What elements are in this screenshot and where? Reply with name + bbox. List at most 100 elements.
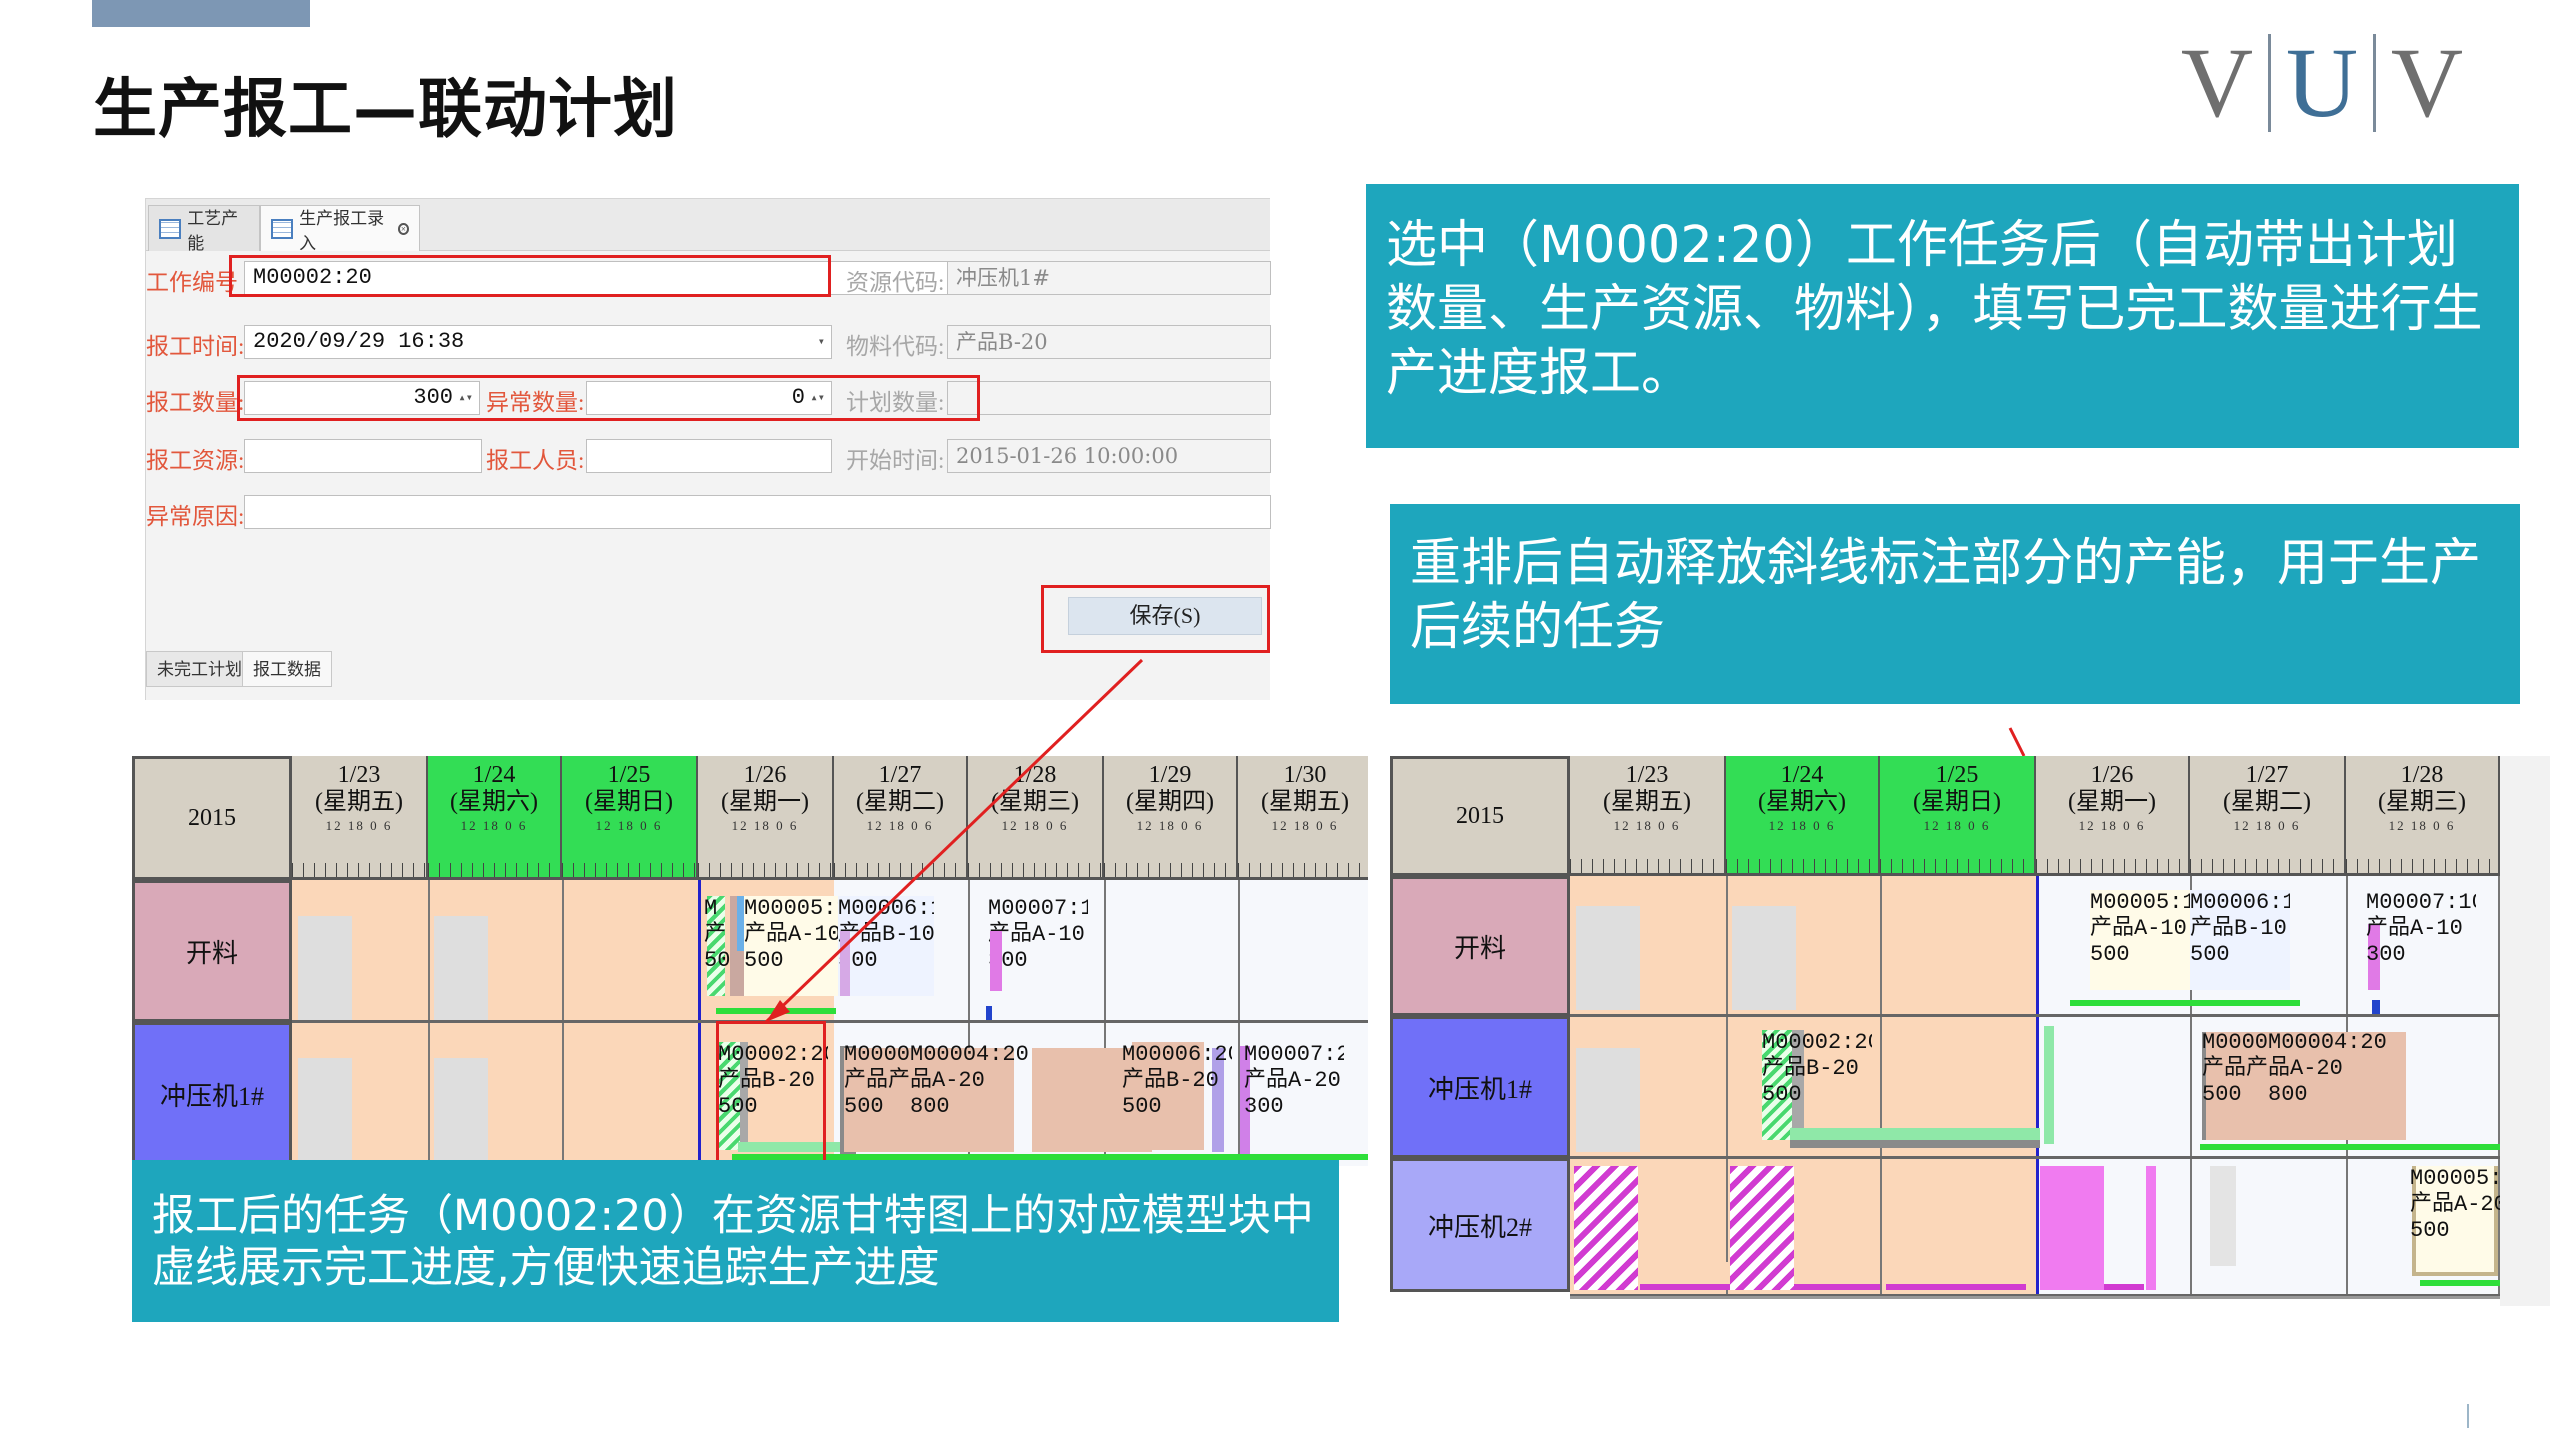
material-code-label: 物料代码: — [846, 334, 945, 359]
row-label-press-1: 冲压机1# — [1390, 1016, 1570, 1158]
work-no-label: 工作编号 — [146, 270, 238, 295]
tab-process-capacity[interactable]: 工艺产能 — [148, 205, 260, 253]
day-header: 1/27 (星期二) 12 18 0 6 — [2190, 756, 2346, 876]
hour-ticks-label: 12 18 0 6 — [2233, 818, 2301, 833]
day-date: 1/30 — [1283, 762, 1327, 788]
gantt-year: 2015 — [132, 756, 292, 880]
gantt-year: 2015 — [1390, 756, 1570, 876]
highlight-task-m00002 — [716, 1021, 826, 1166]
task-label[interactable]: M00006:10 产品B-10 500 — [838, 896, 934, 996]
task-label[interactable]: M00005:10 产品A-10 500 — [2090, 890, 2190, 990]
tab-label: 生产报工录入 — [299, 208, 385, 253]
save-button[interactable]: 保存(S) — [1068, 597, 1262, 635]
day-weekday: (星期三) — [2378, 789, 2466, 815]
row-label-kailiao: 开料 — [132, 880, 292, 1022]
task-label[interactable]: M0000M00004:20 产品产品A-20 500 800 — [844, 1042, 1034, 1142]
resource-code-label: 资源代码: — [846, 270, 945, 295]
reporter-input[interactable] — [586, 439, 832, 473]
day-weekday: (星期二) — [2223, 789, 2311, 815]
task-label[interactable]: M00006:20 产品B-20 500 — [1122, 1042, 1232, 1142]
hour-ticks-label: 12 18 0 6 — [2078, 818, 2146, 833]
slide-title: 生产报工—联动计划 — [93, 73, 678, 147]
day-date: 1/23 — [337, 762, 381, 788]
task-label[interactable]: M 产 50 — [704, 896, 730, 996]
task-label[interactable]: M00005:2 产品A-20 500 — [2410, 1166, 2500, 1266]
tab-report-data[interactable]: 报工数据 — [242, 651, 332, 687]
logo-letter: V — [2180, 26, 2254, 138]
gantt-chart-before: 2015 1/23 (星期五) 12 18 0 6 1/24 (星期六) 12 … — [132, 756, 1368, 1166]
arrow-stub — [2008, 727, 2026, 757]
report-time-value: 2020/09/29 16:38 — [253, 329, 465, 354]
hour-ticks-label: 12 18 0 6 — [460, 818, 528, 833]
day-date: 1/26 — [2090, 762, 2134, 788]
day-weekday: (星期四) — [1126, 789, 1214, 815]
day-header: 1/28 (星期三) 12 18 0 6 — [2346, 756, 2500, 876]
start-time-input[interactable]: 2015-01-26 10:00:00 — [947, 439, 1271, 473]
report-resource-label: 报工资源: — [146, 448, 245, 473]
tab-label: 工艺产能 — [187, 208, 239, 253]
chevron-down-icon[interactable]: ▾ — [818, 326, 825, 358]
plan-qty-input[interactable] — [947, 381, 1271, 415]
report-time-input[interactable]: 2020/09/29 16:38 ▾ — [244, 325, 832, 359]
close-icon[interactable]: × — [397, 222, 409, 235]
callout-gantt-progress: 报工后的任务（M0002:20）在资源甘特图上的对应模型块中虚线展示完工进度,方… — [132, 1160, 1339, 1322]
day-date: 1/25 — [1935, 762, 1979, 788]
footer-mark — [2467, 1404, 2469, 1428]
day-header: 1/26 (星期一) 12 18 0 6 — [2036, 756, 2190, 876]
row-label-press-2: 冲压机2# — [1390, 1158, 1570, 1292]
current-time-line — [2036, 876, 2039, 1296]
hour-ticks-label: 12 18 0 6 — [1271, 818, 1339, 833]
logo-letter: U — [2285, 26, 2359, 138]
day-weekday: (星期日) — [1913, 789, 2001, 815]
hour-ticks-label: 12 18 0 6 — [731, 818, 799, 833]
report-qty-label: 报工数量: — [146, 390, 245, 415]
day-header-weekend: 1/24 (星期六) 12 18 0 6 — [1726, 756, 1880, 876]
task-label[interactable]: M0000M00004:20 产品产品A-20 500 800 — [2202, 1030, 2402, 1130]
logo-divider — [2373, 33, 2376, 132]
tab-production-report[interactable]: 生产报工录入 × — [260, 205, 420, 253]
hour-ticks-label: 12 18 0 6 — [325, 818, 393, 833]
task-label[interactable]: M00007:10 产品A-10 300 — [988, 896, 1088, 996]
resource-code-input[interactable]: 冲压机1# — [947, 261, 1271, 295]
released-capacity-block[interactable] — [1730, 1166, 1794, 1290]
hour-ticks-label: 12 18 0 6 — [1923, 818, 1991, 833]
task-label[interactable]: M00007:20 产品A-20 300 — [1244, 1042, 1344, 1142]
row-label-press-1: 冲压机1# — [132, 1022, 292, 1166]
hour-ticks-label: 12 18 0 6 — [595, 818, 663, 833]
day-header-weekend: 1/25 (星期日) 12 18 0 6 — [1880, 756, 2036, 876]
abnormal-reason-input[interactable] — [244, 495, 1271, 529]
day-weekday: (星期一) — [721, 789, 809, 815]
day-date: 1/26 — [743, 762, 787, 788]
material-code-input[interactable]: 产品B-20 — [947, 325, 1271, 359]
day-header: 1/30 (星期五) 12 18 0 6 — [1238, 756, 1368, 880]
logo-letter: V — [2390, 26, 2464, 138]
hour-ticks-label: 12 18 0 6 — [1613, 818, 1681, 833]
gantt-chart-after: 2015 1/23 (星期五) 12 18 0 6 1/24 (星期六) 12 … — [1390, 756, 2550, 1306]
hour-ticks-label: 12 18 0 6 — [1768, 818, 1836, 833]
task-label[interactable]: M00005:10 产品A-10 500 — [744, 896, 844, 996]
task-label[interactable]: M00002:20 产品B-20 500 — [1762, 1030, 1872, 1130]
abnormal-reason-label: 异常原因: — [146, 504, 245, 529]
task-label[interactable]: M00007:10 产品A-10 300 — [2366, 890, 2476, 990]
day-header: 1/26 (星期一) 12 18 0 6 — [698, 756, 834, 880]
current-time-line — [698, 880, 701, 1166]
day-date: 1/23 — [1625, 762, 1669, 788]
grid-icon — [159, 218, 182, 239]
report-resource-input[interactable] — [244, 439, 482, 473]
hour-ticks-label: 12 18 0 6 — [866, 818, 934, 833]
day-date: 1/27 — [878, 762, 922, 788]
day-weekday: (星期二) — [856, 789, 944, 815]
report-time-label: 报工时间: — [146, 334, 245, 359]
day-date: 1/25 — [607, 762, 651, 788]
start-time-label: 开始时间: — [846, 448, 945, 473]
day-weekday: (星期六) — [1758, 789, 1846, 815]
day-date: 1/24 — [472, 762, 516, 788]
task-label[interactable]: M00006:10 产品B-10 500 — [2190, 890, 2290, 990]
day-date: 1/29 — [1148, 762, 1192, 788]
row-label-kailiao: 开料 — [1390, 876, 1570, 1016]
tab-unfinished-plan[interactable]: 未完工计划 — [146, 651, 253, 687]
day-date: 1/28 — [2400, 762, 2444, 788]
released-capacity-block[interactable] — [1574, 1166, 1638, 1290]
callout-report-description: 选中（M0002:20）工作任务后（自动带出计划数量、生产资源、物料），填写已完… — [1366, 184, 2519, 448]
hour-ticks-label: 12 18 0 6 — [2388, 818, 2456, 833]
